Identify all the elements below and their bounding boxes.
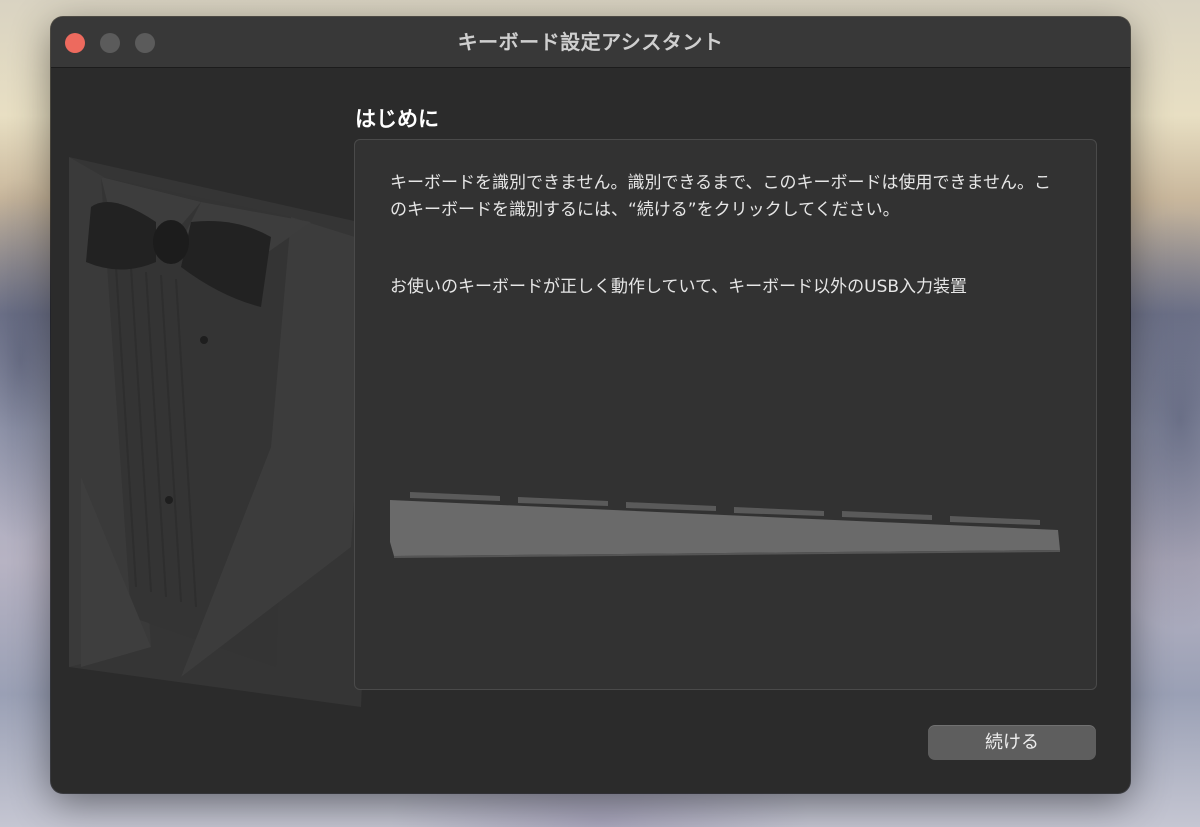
window-title: キーボード設定アシスタント (457, 30, 724, 54)
keyboard-icon (390, 492, 1060, 558)
instruction-paragraph: お使いのキーボードが正しく動作していて、キーボード以外のUSB入力装置 (390, 277, 968, 297)
keyboard-setup-assistant-window: キーボード設定アシスタント はじめに キーボードを識別できません。識別できるまで… (51, 17, 1130, 793)
intro-paragraph: キーボードを識別できません。識別できるまで、このキーボードは使用できません。この… (390, 173, 1051, 220)
continue-button[interactable]: 続ける (928, 725, 1096, 760)
section-heading: はじめに (355, 107, 439, 131)
title-bar[interactable]: キーボード設定アシスタント (51, 17, 1130, 68)
tuxedo-bowtie-icon (69, 157, 381, 707)
content-panel: キーボードを識別できません。識別できるまで、このキーボードは使用できません。この… (354, 139, 1097, 690)
